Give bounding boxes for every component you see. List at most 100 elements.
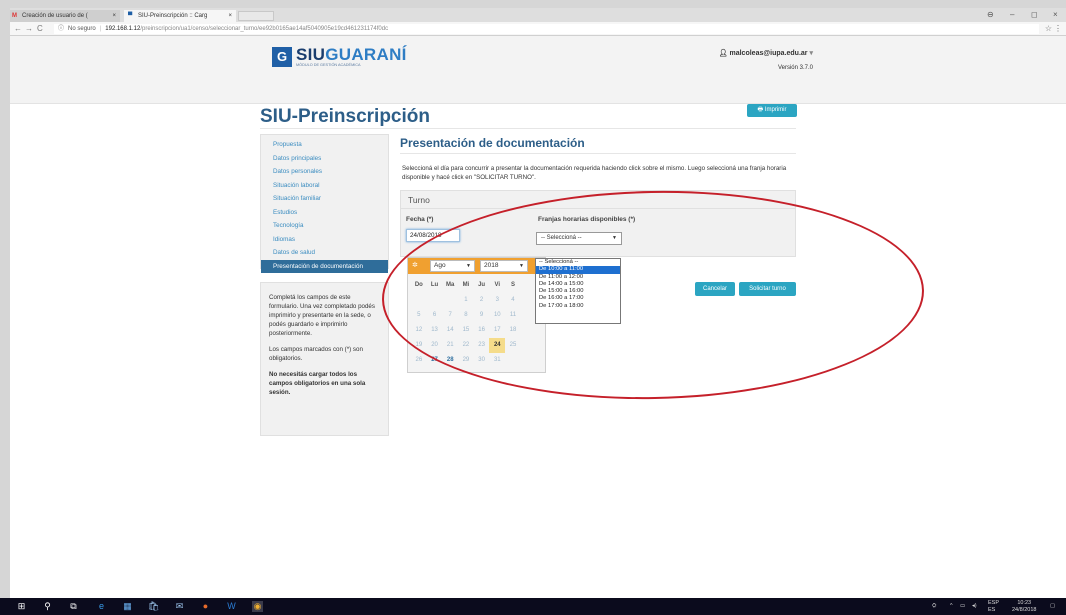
- profile-icon[interactable]: ⊖: [987, 8, 994, 22]
- franjas-select[interactable]: -- Seleccioná -- ▼: [536, 232, 622, 245]
- edge-icon[interactable]: e: [96, 601, 107, 612]
- solicitar-turno-button[interactable]: Solicitar turno: [739, 282, 796, 296]
- sidebar-item-situacion-familiar[interactable]: Situación familiar: [261, 192, 388, 206]
- user-menu[interactable]: 👤︎ malcoleas@iupa.edu.ar ▾: [719, 49, 813, 57]
- weekday-label: Do: [414, 282, 423, 288]
- dropdown-option[interactable]: De 15:00 a 16:00: [536, 288, 620, 295]
- calendar-day: 9: [479, 312, 484, 318]
- calendar-day[interactable]: 24: [489, 338, 506, 353]
- calendar-day: 6: [432, 312, 437, 318]
- calendar-day: 23: [478, 342, 485, 348]
- store-icon[interactable]: 🛍︎: [148, 601, 159, 612]
- dropdown-option[interactable]: De 10:00 a 11:00: [536, 266, 620, 274]
- calendar-day: 26: [415, 357, 423, 363]
- dropdown-option[interactable]: -- Seleccioná --: [536, 259, 620, 266]
- notifications-icon[interactable]: ▢: [1050, 603, 1055, 610]
- sidebar-item-idiomas[interactable]: Idiomas: [261, 233, 388, 247]
- forward-icon[interactable]: →: [25, 22, 33, 36]
- dropdown-option[interactable]: De 17:00 a 18:00: [536, 303, 620, 310]
- calendar-day: 8: [464, 312, 468, 318]
- minimize-icon[interactable]: –: [1010, 8, 1014, 22]
- weekday-label: Lu: [430, 282, 439, 288]
- calendar-empty-cell: .: [411, 293, 427, 308]
- windows-start-icon[interactable]: ⊞: [16, 601, 27, 612]
- url-path: /preinscripcion/ua1/censo/seleccionar_tu…: [140, 26, 389, 32]
- divider: [401, 208, 795, 209]
- network-icon[interactable]: ▭: [960, 603, 965, 610]
- gmail-icon: M: [12, 13, 17, 19]
- franjas-dropdown-list: -- Seleccioná -- De 10:00 a 11:00 De 11:…: [535, 258, 621, 324]
- calendar-week: ... 1 2 3 4: [411, 293, 521, 308]
- sidebar-item-propuesta[interactable]: Propuesta: [261, 138, 388, 152]
- sidebar-item-presentacion-documentacion[interactable]: Presentación de documentación: [261, 259, 388, 273]
- prev-month-icon[interactable]: ✲: [412, 261, 418, 269]
- close-window-icon[interactable]: ×: [1053, 8, 1058, 22]
- new-tab-button[interactable]: [238, 11, 274, 21]
- cancel-button[interactable]: Cancelar: [695, 282, 735, 296]
- month-select[interactable]: Ago ▼: [430, 260, 475, 272]
- fecha-input[interactable]: 24/08/2018: [406, 229, 460, 242]
- sidebar-item-datos-principales[interactable]: Datos principales: [261, 152, 388, 166]
- turno-panel: Turno Fecha (*) 24/08/2018 Franjas horar…: [400, 190, 796, 257]
- chrome-icon[interactable]: ◉: [252, 601, 263, 612]
- security-label: No seguro: [68, 26, 96, 32]
- calendar-day: 1: [464, 297, 468, 303]
- calendar-day: 30: [478, 357, 485, 363]
- close-tab-icon[interactable]: ×: [112, 10, 116, 22]
- back-icon[interactable]: ←: [14, 22, 22, 36]
- search-icon[interactable]: ⚲: [42, 601, 53, 612]
- calendar-day: 20: [431, 342, 438, 348]
- volume-icon[interactable]: ◂): [972, 603, 977, 610]
- divider: [400, 153, 796, 154]
- mail-icon[interactable]: ✉: [174, 601, 185, 612]
- tab-siu[interactable]: ▀ SIU-Preinscripción :: Carg ×: [124, 10, 236, 22]
- calendar-day[interactable]: 27: [427, 353, 443, 368]
- dropdown-option[interactable]: De 14:00 a 15:00: [536, 281, 620, 288]
- print-button[interactable]: 🖶 Imprimir: [747, 104, 797, 117]
- sidebar-item-situacion-laboral[interactable]: Situación laboral: [261, 179, 388, 193]
- maximize-icon[interactable]: ◻: [1031, 8, 1038, 22]
- calendar-day: 15: [462, 327, 470, 333]
- weekday-label: Ma: [446, 282, 455, 288]
- calendar-day: 3: [495, 297, 499, 303]
- calendar-day: 17: [493, 327, 501, 333]
- menu-icon[interactable]: ⋮: [1054, 22, 1062, 36]
- help-text: Completá los campos de este formulario. …: [269, 294, 375, 337]
- calendar-week: 5 6 7 8 9 10 11: [411, 308, 521, 323]
- user-email: malcoleas@iupa.edu.ar: [729, 50, 808, 57]
- bookmark-star-icon[interactable]: ☆: [1045, 22, 1052, 36]
- calendar-empty-cell: .: [442, 293, 458, 308]
- page-title: SIU-Preinscripción: [260, 106, 430, 127]
- sidebar-item-datos-de-salud[interactable]: Datos de salud: [261, 246, 388, 260]
- firefox-icon[interactable]: ●: [200, 601, 211, 612]
- close-tab-icon[interactable]: ×: [228, 10, 232, 22]
- calendar-day: 2: [479, 297, 484, 303]
- datepicker: ✲ Ago▼ 2018▼ DoLuMaMiJuViS...12345678910…: [407, 257, 546, 373]
- calendar-day: 22: [462, 342, 470, 348]
- calendar-day: 12: [415, 327, 423, 333]
- calendar-day[interactable]: 28: [442, 353, 458, 368]
- calendar-day: 18: [509, 327, 517, 333]
- calendar-week: 19 20 21 22 23 24 25: [411, 338, 521, 353]
- dropdown-option[interactable]: De 11:00 a 12:00: [536, 274, 620, 281]
- year-select[interactable]: 2018 ▼: [480, 260, 528, 272]
- dropdown-option[interactable]: De 16:00 a 17:00: [536, 295, 620, 302]
- franjas-selected-value: -- Seleccioná --: [541, 235, 582, 241]
- tray-chevron-icon[interactable]: ^: [950, 603, 953, 610]
- franjas-label: Franjas horarias disponibles (*): [538, 216, 636, 223]
- sidebar-item-datos-personales[interactable]: Datos personales: [261, 165, 388, 179]
- clock[interactable]: 10:23 24/8/2018: [1012, 600, 1036, 613]
- weekday-label: Mi: [462, 282, 470, 288]
- reload-icon[interactable]: C: [37, 22, 43, 36]
- url-input[interactable]: ⓘ No seguro | 192.168.1.12/preinscripcion/u…: [54, 24, 1039, 34]
- task-view-icon[interactable]: ⧉: [68, 601, 79, 612]
- tab-gmail[interactable]: M Creación de usuario de ( ×: [10, 10, 120, 22]
- sidebar-item-tecnologia[interactable]: Tecnología: [261, 219, 388, 233]
- language-indicator[interactable]: ESP ES: [988, 600, 999, 613]
- calendar-day: 19: [415, 342, 423, 348]
- word-icon[interactable]: W: [226, 601, 237, 612]
- people-icon[interactable]: ⛭: [932, 603, 936, 610]
- calendar-day: 11: [509, 312, 517, 318]
- file-explorer-icon[interactable]: ▦: [122, 601, 133, 612]
- sidebar-item-estudios[interactable]: Estudios: [261, 206, 388, 220]
